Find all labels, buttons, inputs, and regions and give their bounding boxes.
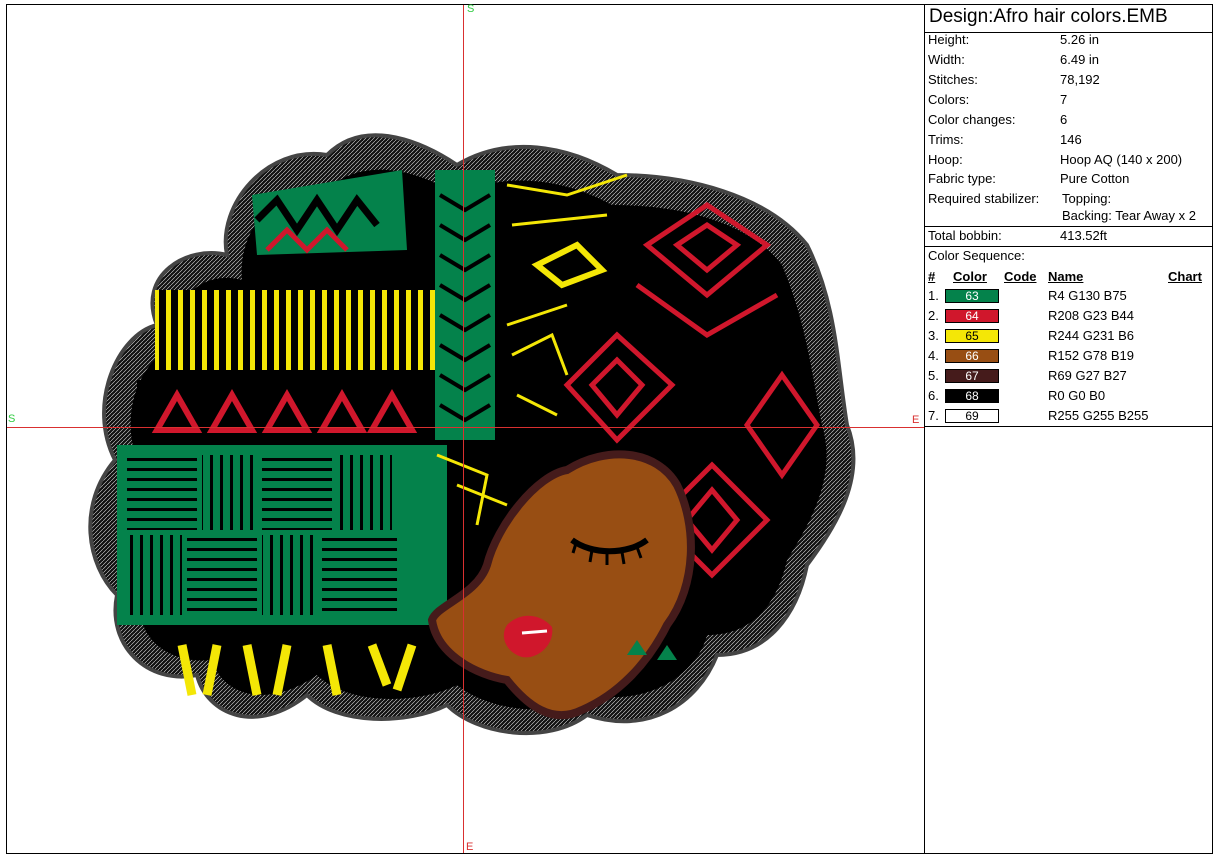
prop-label: Total bobbin: <box>928 228 1002 243</box>
list-item-number: 5. <box>928 368 939 383</box>
prop-value: 78,192 <box>1060 72 1100 87</box>
divider <box>925 246 1213 247</box>
divider <box>925 226 1213 227</box>
design-info-panel: Design:Afro hair colors.EMB Height: 5.26… <box>925 4 1213 854</box>
vertical-center-line <box>463 5 464 853</box>
axis-label-right: E <box>912 414 920 426</box>
list-item-number: 4. <box>928 348 939 363</box>
color-swatch[interactable]: 67 <box>945 369 999 383</box>
prop-value: Hoop AQ (140 x 200) <box>1060 152 1183 167</box>
axis-label-top: S <box>467 3 475 15</box>
prop-label: Hoop: <box>928 152 963 167</box>
color-name: R244 G231 B6 <box>1048 328 1135 343</box>
col-header-color: Color <box>953 269 987 284</box>
color-name: R152 G78 B19 <box>1048 348 1135 363</box>
color-swatch[interactable]: 65 <box>945 329 999 343</box>
col-header-num: # <box>928 269 936 284</box>
list-item-number: 2. <box>928 308 939 323</box>
color-name: R0 G0 B0 <box>1048 388 1106 403</box>
prop-label: Stitches: <box>928 72 978 87</box>
color-swatch[interactable]: 69 <box>945 409 999 423</box>
prop-label: Trims: <box>928 132 964 147</box>
col-header-chart: Chart <box>1168 269 1202 284</box>
list-item-number: 6. <box>928 388 939 403</box>
prop-value: Topping: <box>1062 191 1112 206</box>
prop-value: 146 <box>1060 132 1082 147</box>
color-name: R4 G130 B75 <box>1048 288 1127 303</box>
divider <box>925 426 1213 427</box>
color-sequence-heading: Color Sequence: <box>928 248 1025 263</box>
col-header-code: Code <box>1004 269 1037 284</box>
list-item-number: 3. <box>928 328 939 343</box>
axis-label-bottom: E <box>466 841 474 853</box>
prop-value: 6 <box>1060 112 1068 127</box>
color-swatch[interactable]: 63 <box>945 289 999 303</box>
col-header-name: Name <box>1048 269 1084 284</box>
list-item-number: 7. <box>928 408 939 423</box>
prop-value: 7 <box>1060 92 1068 107</box>
prop-value: 5.26 in <box>1060 32 1100 47</box>
prop-label: Color changes: <box>928 112 1016 127</box>
prop-value: 6.49 in <box>1060 52 1100 67</box>
color-name: R208 G23 B44 <box>1048 308 1135 323</box>
list-item-number: 1. <box>928 288 939 303</box>
color-swatch[interactable]: 68 <box>945 389 999 403</box>
axis-label-left: S <box>8 413 16 425</box>
prop-value: Backing: Tear Away x 2 <box>1062 208 1196 223</box>
prop-value: Pure Cotton <box>1060 171 1130 186</box>
embroidery-design-preview <box>88 133 856 736</box>
horizontal-center-line <box>7 427 925 428</box>
color-name: R69 G27 B27 <box>1048 368 1127 383</box>
prop-value: 413.52ft <box>1060 228 1107 243</box>
design-title: Design:Afro hair colors.EMB <box>925 4 1213 33</box>
prop-label: Required stabilizer: <box>928 191 1040 206</box>
design-canvas[interactable] <box>7 5 925 853</box>
prop-label: Width: <box>928 52 965 67</box>
prop-label: Fabric type: <box>928 171 996 186</box>
color-swatch[interactable]: 64 <box>945 309 999 323</box>
prop-label: Height: <box>928 32 970 47</box>
color-swatch[interactable]: 66 <box>945 349 999 363</box>
prop-label: Colors: <box>928 92 970 107</box>
color-name: R255 G255 B255 <box>1048 408 1149 423</box>
